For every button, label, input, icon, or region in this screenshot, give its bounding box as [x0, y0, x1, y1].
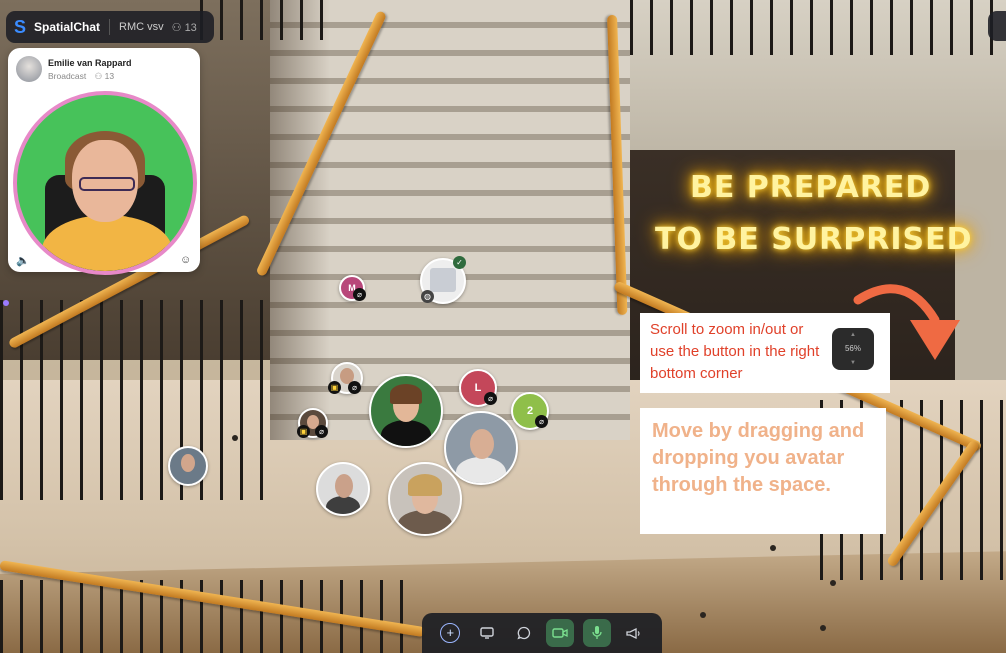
- plus-icon: +: [440, 623, 461, 643]
- chevron-up-icon[interactable]: ▲: [832, 331, 874, 339]
- broadcaster-name: Emilie van Rappard: [48, 58, 132, 68]
- floor-light: [770, 545, 776, 551]
- camera-icon: ▣: [328, 381, 341, 394]
- avatar-face: [181, 454, 195, 472]
- neon-line-1: BE PREPARED: [690, 170, 932, 205]
- floor-light: [830, 580, 836, 586]
- muted-mic-icon: ⌀: [484, 392, 497, 405]
- side-indicator: [3, 300, 9, 306]
- avatar-man-left[interactable]: [168, 446, 208, 486]
- video-person-glasses: [79, 177, 135, 191]
- avatar-hair: [408, 474, 442, 496]
- chat-button[interactable]: [510, 619, 538, 647]
- add-button[interactable]: +: [436, 619, 464, 647]
- speaker-icon[interactable]: 🔈: [16, 254, 30, 267]
- avatar-woman-blonde[interactable]: [388, 462, 462, 536]
- broadcast-video: [13, 91, 197, 275]
- muted-mic-icon: ⌀: [353, 288, 366, 301]
- camera-icon: ▣: [297, 425, 310, 438]
- screen-share-button[interactable]: [473, 619, 501, 647]
- top-left-balusters: [200, 0, 330, 40]
- avatar-body: [456, 457, 506, 483]
- zoom-control[interactable]: ▲ 56% ▼: [832, 328, 874, 370]
- avatar-face: [335, 474, 353, 498]
- avatar-man-beard[interactable]: [316, 462, 370, 516]
- status-tag: ✓: [453, 256, 466, 269]
- user-icon: ⚇: [171, 21, 182, 34]
- move-tip-box: Move by dragging and dropping you avatar…: [640, 408, 886, 534]
- move-tip-text: Move by dragging and dropping you avatar…: [652, 420, 865, 496]
- zoom-level: 56%: [844, 344, 861, 353]
- camera-icon: [552, 628, 568, 638]
- broadcast-button[interactable]: [620, 619, 648, 647]
- broadcast-info: Broadcast ⚇ 13: [48, 71, 114, 82]
- divider: [109, 19, 111, 35]
- menu-button[interactable]: [988, 11, 1006, 41]
- shared-screen-thumbnail: [430, 268, 456, 292]
- microphone-icon: [592, 626, 602, 639]
- broadcaster-avatar: [16, 56, 42, 82]
- avatar-hair: [390, 384, 422, 404]
- muted-mic-icon: ⌀: [348, 381, 361, 394]
- broadcast-label: Broadcast: [48, 71, 87, 81]
- room-participant-count: ⚇ 13: [171, 21, 197, 34]
- reaction-icon[interactable]: ☺: [180, 254, 191, 266]
- avatar-body: [326, 496, 360, 514]
- top-bar: S SpatialChat RMC vsv ⚇ 13: [6, 11, 214, 43]
- room-name[interactable]: RMC vsv: [119, 21, 164, 33]
- screen-share-icon: [480, 627, 494, 639]
- avatar-body: [381, 420, 431, 446]
- spatialchat-logo-icon: S: [14, 17, 27, 37]
- neon-line-2: TO BE SURPRISED: [655, 222, 973, 257]
- muted-mic-icon: ⌀: [315, 425, 328, 438]
- zoom-tip-box: Scroll to zoom in/out or use the button …: [640, 313, 890, 393]
- zoom-tip-text: Scroll to zoom in/out or use the button …: [650, 321, 820, 382]
- camera-button[interactable]: [546, 619, 575, 647]
- floor-light: [232, 435, 238, 441]
- muted-mic-icon: ⌀: [535, 415, 548, 428]
- avatar-face: [470, 429, 494, 459]
- viewers-icon: ⚇: [94, 71, 103, 81]
- camera-off-icon: ◍: [421, 290, 434, 303]
- chevron-down-icon[interactable]: ▼: [832, 359, 874, 367]
- broadcast-card[interactable]: Emilie van Rappard Broadcast ⚇ 13 🔈 ☺: [8, 48, 200, 275]
- viewer-count: 13: [104, 71, 115, 81]
- microphone-button[interactable]: [582, 619, 611, 647]
- floor-light: [820, 625, 826, 631]
- avatar-man-headset[interactable]: [444, 411, 518, 485]
- megaphone-icon: [626, 627, 640, 639]
- avatar-woman-green[interactable]: [369, 374, 443, 448]
- floor-light: [700, 612, 706, 618]
- chat-icon: [517, 626, 530, 640]
- brand-name: SpatialChat: [34, 20, 101, 34]
- top-right-balusters: [630, 0, 1006, 55]
- bottom-toolbar: +: [422, 613, 662, 653]
